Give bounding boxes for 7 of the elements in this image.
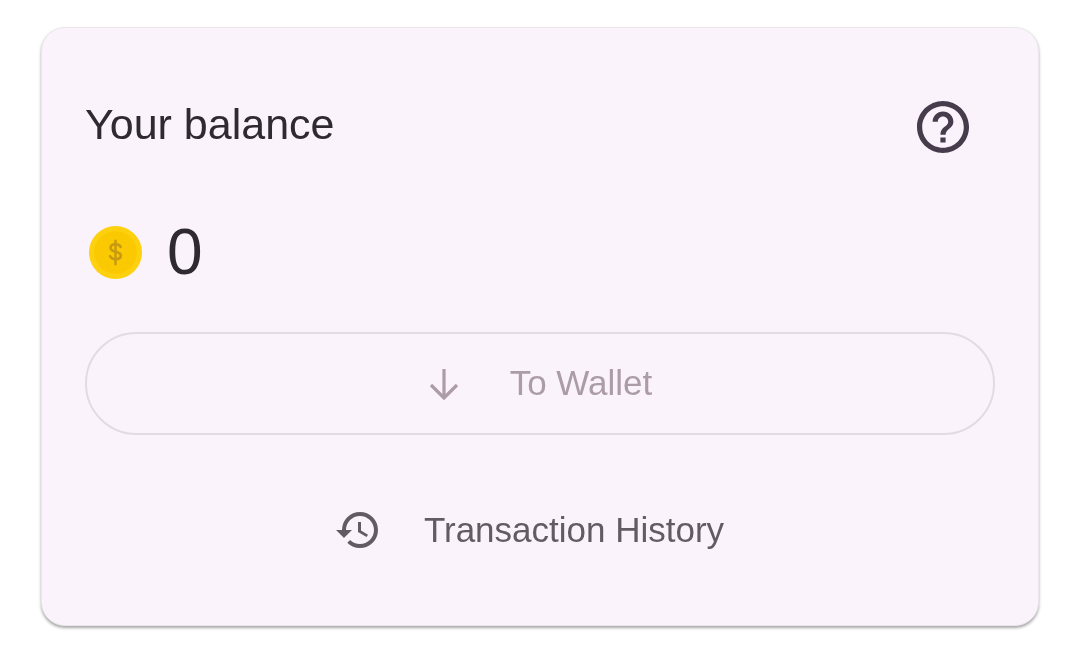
transaction-history-button[interactable]: Transaction History xyxy=(335,502,725,558)
balance-amount: 0 xyxy=(167,217,203,287)
help-icon[interactable] xyxy=(917,101,969,153)
coin-icon xyxy=(89,225,142,279)
card-title: Your balance xyxy=(85,99,335,150)
history-icon xyxy=(335,511,378,549)
arrow-down-icon xyxy=(427,366,460,401)
